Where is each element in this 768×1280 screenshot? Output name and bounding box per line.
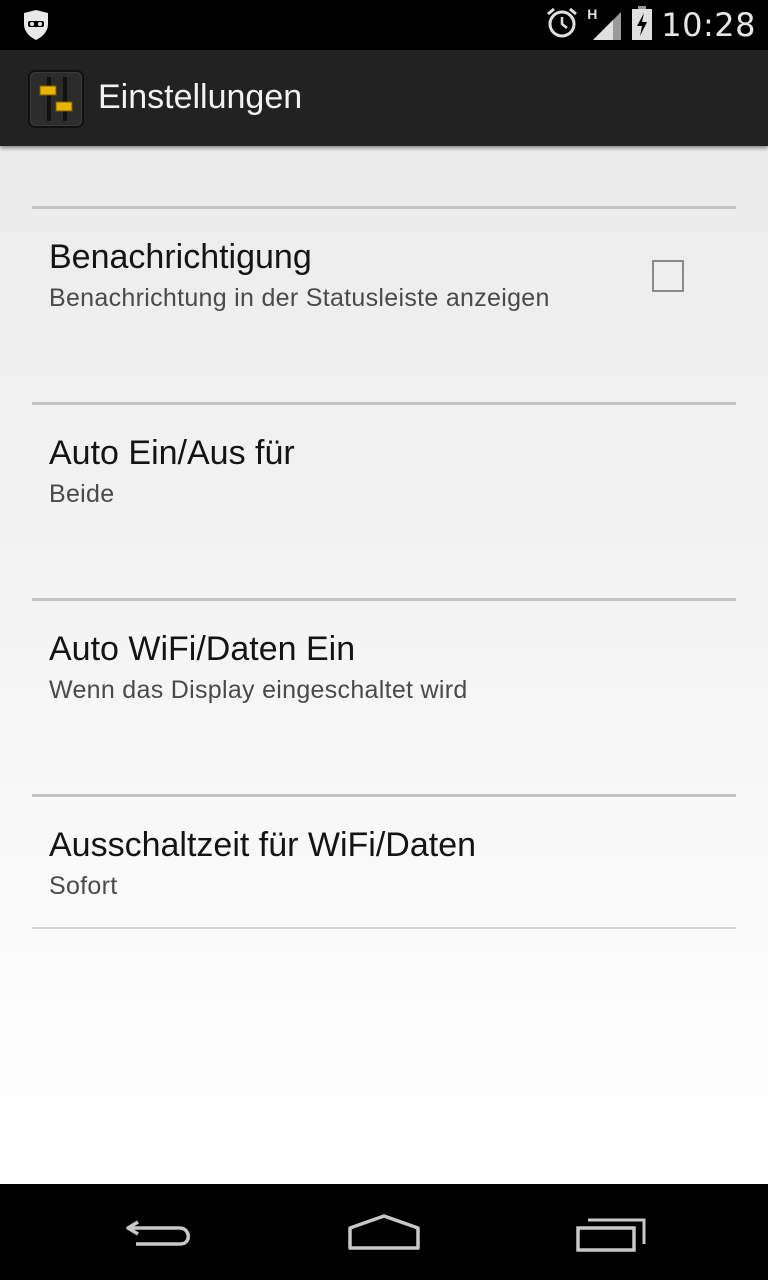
status-bar: H 10:28 (0, 0, 768, 50)
pref-summary: Wenn das Display eingeschaltet wird (49, 676, 468, 704)
pref-auto-wifi-data-on[interactable]: Auto WiFi/Daten Ein Wenn das Display ein… (32, 630, 736, 794)
divider (32, 598, 736, 601)
back-icon[interactable] (120, 1208, 200, 1256)
notification-checkbox[interactable] (652, 260, 684, 292)
pref-title: Benachrichtigung (49, 238, 312, 276)
alarm-icon (545, 6, 579, 45)
pref-auto-on-off[interactable]: Auto Ein/Aus für Beide (32, 434, 736, 598)
divider (32, 794, 736, 797)
settings-sliders-icon[interactable] (28, 70, 84, 128)
pref-title: Auto WiFi/Daten Ein (49, 630, 356, 668)
divider (32, 402, 736, 405)
status-time: 10:28 (661, 6, 756, 44)
action-bar: Einstellungen (0, 50, 768, 146)
pref-summary: Benachrichtung in der Statusleiste anzei… (49, 284, 550, 312)
home-icon[interactable] (344, 1208, 424, 1256)
recent-apps-icon[interactable] (572, 1208, 652, 1256)
divider (32, 206, 736, 209)
pref-off-time[interactable]: Ausschaltzeit für WiFi/Daten Sofort (32, 826, 736, 926)
pref-title: Auto Ein/Aus für (49, 434, 295, 472)
pref-title: Ausschaltzeit für WiFi/Daten (49, 826, 477, 864)
pref-notification[interactable]: Benachrichtigung Benachrichtung in der S… (32, 238, 736, 402)
navigation-bar (0, 1184, 768, 1280)
pref-summary: Beide (49, 480, 115, 508)
preferences-list: Benachrichtigung Benachrichtung in der S… (0, 146, 768, 1184)
page-title: Einstellungen (98, 78, 303, 116)
battery-charging-icon (631, 5, 653, 45)
pref-summary: Sofort (49, 872, 118, 900)
signal-icon: H (587, 6, 623, 42)
incognito-icon (22, 10, 50, 40)
divider (32, 927, 736, 929)
